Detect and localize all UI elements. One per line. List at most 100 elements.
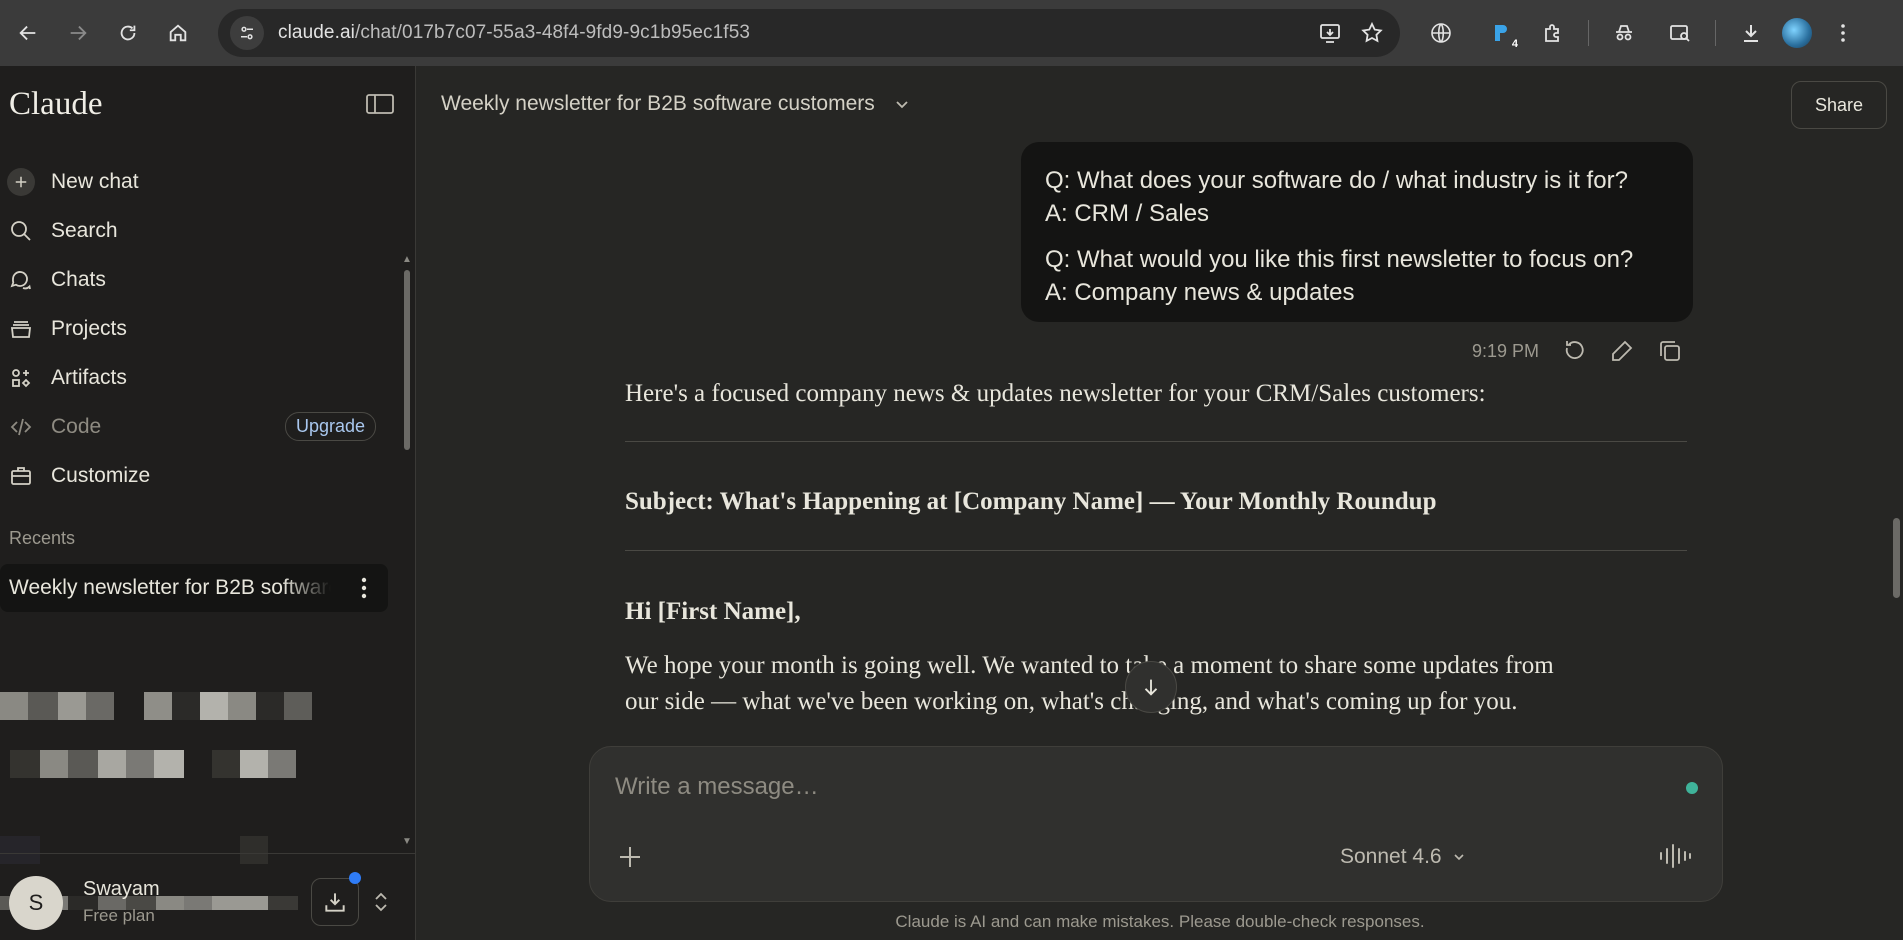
toolbar-separator (1588, 20, 1589, 46)
home-icon (169, 24, 187, 42)
search-tab-extension[interactable] (1657, 10, 1703, 56)
chevron-down-icon (896, 101, 908, 109)
folder-stack-icon (9, 317, 33, 341)
voice-waveform-icon[interactable] (1658, 841, 1692, 871)
browser-toolbar: claude.ai/chat/017b7c07-55a3-48f4-9fd9-9… (0, 0, 1903, 66)
edit-pencil-icon[interactable] (1609, 338, 1635, 364)
copy-icon[interactable] (1657, 338, 1683, 364)
divider (625, 441, 1687, 442)
message-timestamp: 9:19 PM (1472, 340, 1540, 361)
downloads-button[interactable] (1728, 10, 1774, 56)
url-text: claude.ai/chat/017b7c07-55a3-48f4-9fd9-9… (278, 22, 750, 44)
user-plan: Free plan (83, 906, 155, 925)
recent-chat-redacted[interactable] (0, 750, 296, 778)
sidebar-nav: New chat Search Chats Projects Artifacts… (0, 157, 400, 500)
chevron-up-down-icon[interactable] (370, 890, 392, 914)
sidebar-item-artifacts[interactable]: Artifacts (0, 353, 400, 402)
newsletter-subject: Subject: What's Happening at [Company Na… (625, 488, 1437, 515)
add-attachment-icon[interactable] (616, 843, 644, 871)
address-bar[interactable]: claude.ai/chat/017b7c07-55a3-48f4-9fd9-9… (218, 9, 1400, 57)
sidebar-item-label: Code (51, 414, 102, 438)
chat-scrollbar[interactable] (1893, 518, 1900, 598)
chat-title-dropdown[interactable]: Weekly newsletter for B2B software custo… (441, 92, 911, 116)
artifacts-icon (9, 366, 33, 390)
profile-button[interactable] (1774, 10, 1820, 56)
sidebar-item-search[interactable]: Search (0, 206, 400, 255)
reload-button[interactable] (106, 11, 150, 55)
answer-text: A: Company news & updates (1045, 279, 1355, 306)
question-text: Q: What would you like this first newsle… (1045, 246, 1634, 273)
extension-badge: 4 (1511, 38, 1518, 50)
tune-icon (241, 26, 253, 40)
download-icon (1744, 25, 1758, 42)
arrow-right-icon (70, 25, 87, 41)
sidebar-item-label: Chats (51, 267, 106, 291)
globe-icon (1431, 23, 1451, 43)
avatar: S (9, 876, 63, 930)
sidebar: Claude New chat Search Chats Projects Ar… (0, 66, 416, 940)
forward-button[interactable] (56, 11, 100, 55)
translate-extension[interactable] (1418, 10, 1464, 56)
model-selector[interactable]: Sonnet 4.6 (1340, 845, 1466, 869)
question-text: Q: What does your software do / what ind… (1045, 167, 1628, 194)
answer-text: A: CRM / Sales (1045, 200, 1210, 227)
chat-main: Weekly newsletter for B2B software custo… (417, 66, 1903, 940)
url-path: /chat/017b7c07-55a3-48f4-9fd9-9c1b95ec1f… (354, 22, 751, 43)
sidebar-scrollbar[interactable] (404, 270, 410, 450)
sidebar-item-new-chat[interactable]: New chat (0, 157, 400, 206)
sidebar-item-label: Projects (51, 316, 127, 340)
recent-chat-title: Weekly newsletter for B2B software custo… (9, 576, 331, 599)
sidebar-item-chats[interactable]: Chats (0, 255, 400, 304)
window-search-icon (1670, 25, 1690, 42)
chat-bubbles-icon (9, 268, 33, 292)
chat-title: Weekly newsletter for B2B software custo… (441, 92, 875, 115)
brand-logo[interactable]: Claude (9, 86, 102, 123)
divider (625, 550, 1687, 551)
install-app-icon[interactable] (1318, 21, 1342, 45)
more-options-icon[interactable] (354, 574, 374, 602)
sidebar-scroll-down[interactable]: ▼ (402, 836, 412, 847)
extensions-button[interactable] (1530, 10, 1576, 56)
scroll-to-bottom-button[interactable] (1125, 661, 1177, 713)
message-actions: 9:19 PM (1472, 338, 1683, 364)
model-name: Sonnet 4.6 (1340, 845, 1442, 868)
home-button[interactable] (156, 11, 200, 55)
user-account-area[interactable]: S Swayam Free plan (0, 853, 416, 940)
share-button[interactable]: Share (1791, 81, 1887, 129)
sidebar-toggle-icon[interactable] (365, 92, 395, 116)
user-message-bubble: Q: What does your software do / what ind… (1021, 142, 1693, 322)
qa-pair: Q: What would you like this first newsle… (1045, 243, 1669, 309)
message-input[interactable]: Write a message… (615, 773, 819, 801)
site-info-button[interactable] (230, 16, 264, 50)
recent-chat-redacted[interactable] (0, 692, 312, 720)
extension-with-badge[interactable]: 4 (1478, 10, 1524, 56)
status-indicator (1686, 782, 1698, 794)
newsletter-greeting: Hi [First Name], (625, 598, 801, 625)
sidebar-item-label: Artifacts (51, 365, 127, 389)
profile-avatar (1782, 18, 1812, 48)
user-name: Swayam (83, 878, 160, 900)
back-button[interactable] (6, 11, 50, 55)
sidebar-item-label: Customize (51, 463, 151, 487)
puzzle-icon (1545, 24, 1559, 42)
recent-chat-active[interactable]: Weekly newsletter for B2B software custo… (0, 564, 388, 612)
arrow-down-icon (1144, 679, 1158, 696)
sidebar-item-projects[interactable]: Projects (0, 304, 400, 353)
upgrade-badge[interactable]: Upgrade (284, 412, 376, 441)
sidebar-item-code[interactable]: Code Upgrade (0, 402, 400, 451)
sidebar-item-customize[interactable]: Customize (0, 451, 400, 500)
retry-icon[interactable] (1561, 338, 1587, 364)
incognito-extension[interactable] (1601, 10, 1647, 56)
bookmark-star-icon[interactable] (1360, 21, 1384, 45)
download-app-button[interactable] (311, 878, 359, 926)
notification-dot (349, 872, 361, 884)
chevron-down-icon (1454, 854, 1464, 861)
plus-icon (7, 167, 35, 196)
message-composer[interactable]: Write a message… Sonnet 4.6 (589, 746, 1723, 902)
sidebar-item-label: Search (51, 218, 118, 242)
arrow-left-icon (19, 25, 36, 41)
extension-logo-icon (1495, 25, 1507, 41)
url-host: claude.ai (278, 22, 355, 43)
browser-menu-button[interactable] (1820, 10, 1866, 56)
sidebar-scroll-up[interactable]: ▲ (402, 254, 412, 265)
